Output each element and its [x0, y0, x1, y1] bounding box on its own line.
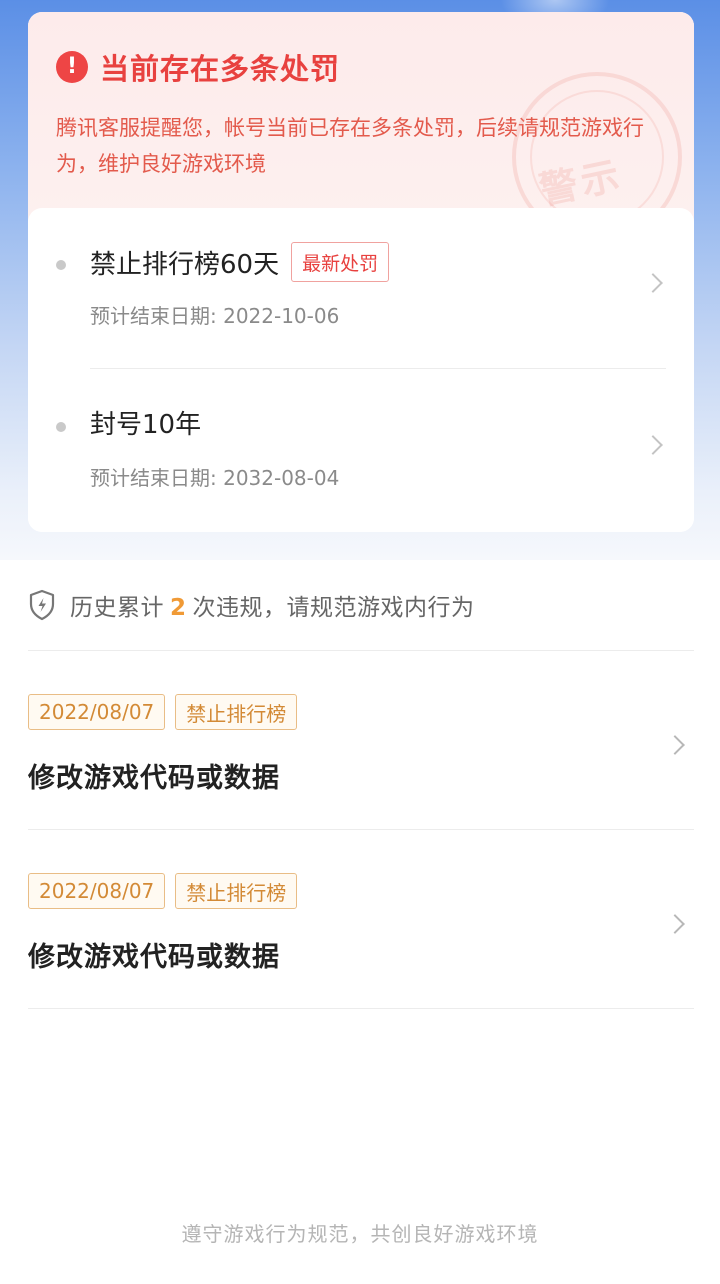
- penalty-card: 警示 ! 当前存在多条处罚 腾讯客服提醒您，帐号当前已存在多条处罚，后续请规范游…: [28, 12, 694, 532]
- chevron-right-icon: [643, 435, 663, 455]
- footer-slogan: 遵守游戏行为规范，共创良好游戏环境: [181, 1222, 539, 1246]
- bullet-dot: [56, 422, 66, 432]
- history-summary: 历史累计 2 次违规，请规范游戏内行为: [28, 588, 475, 622]
- penalty-item-ranking-ban[interactable]: 禁止排行榜60天 最新处罚 预计结束日期: 2022-10-06: [28, 208, 694, 369]
- penalty-item-account-ban[interactable]: 封号10年 预计结束日期: 2032-08-04: [28, 370, 694, 530]
- chevron-right-icon: [643, 273, 663, 293]
- penalty-title: 禁止排行榜60天: [90, 249, 280, 280]
- divider: [28, 829, 694, 830]
- divider: [90, 368, 666, 369]
- violation-tags: 2022/08/07 禁止排行榜: [28, 694, 307, 730]
- violation-tags: 2022/08/07 禁止排行榜: [28, 873, 307, 909]
- history-prefix: 历史累计: [70, 595, 164, 621]
- violation-date-tag: 2022/08/07: [28, 873, 166, 909]
- violation-type-tag: 禁止排行榜: [175, 873, 298, 909]
- history-suffix: 次违规，请规范游戏内行为: [192, 595, 475, 621]
- penalty-title: 封号10年: [90, 410, 202, 440]
- penalty-list: 禁止排行榜60天 最新处罚 预计结束日期: 2022-10-06 封号10年 预…: [28, 208, 694, 532]
- exclamation-icon: !: [56, 51, 88, 83]
- violation-type-tag: 禁止排行榜: [175, 694, 298, 730]
- penalty-end-date: 预计结束日期: 2032-08-04: [90, 466, 340, 490]
- violation-date-tag: 2022/08/07: [28, 694, 166, 730]
- penalty-page: 警示 ! 当前存在多条处罚 腾讯客服提醒您，帐号当前已存在多条处罚，后续请规范游…: [0, 0, 720, 1284]
- violation-count: 2: [170, 595, 187, 621]
- divider: [28, 1008, 694, 1009]
- chevron-right-icon: [665, 735, 685, 755]
- penalty-end-date: 预计结束日期: 2022-10-06: [90, 304, 340, 328]
- violation-reason: 修改游戏代码或数据: [28, 763, 280, 794]
- violation-item[interactable]: 2022/08/07 禁止排行榜 修改游戏代码或数据: [28, 694, 694, 854]
- penalty-title-row: 封号10年: [90, 404, 201, 441]
- alert-title: 当前存在多条处罚: [100, 52, 341, 86]
- history-text: 历史累计 2 次违规，请规范游戏内行为: [70, 588, 475, 622]
- latest-penalty-badge: 最新处罚: [291, 242, 390, 282]
- violation-item[interactable]: 2022/08/07 禁止排行榜 修改游戏代码或数据: [28, 873, 694, 1033]
- divider: [28, 650, 694, 651]
- alert-header: 警示 ! 当前存在多条处罚 腾讯客服提醒您，帐号当前已存在多条处罚，后续请规范游…: [28, 12, 694, 242]
- chevron-right-icon: [665, 914, 685, 934]
- violation-reason: 修改游戏代码或数据: [28, 942, 280, 973]
- bullet-dot: [56, 260, 66, 270]
- penalty-title-row: 禁止排行榜60天 最新处罚: [90, 242, 390, 282]
- shield-icon: [29, 589, 55, 621]
